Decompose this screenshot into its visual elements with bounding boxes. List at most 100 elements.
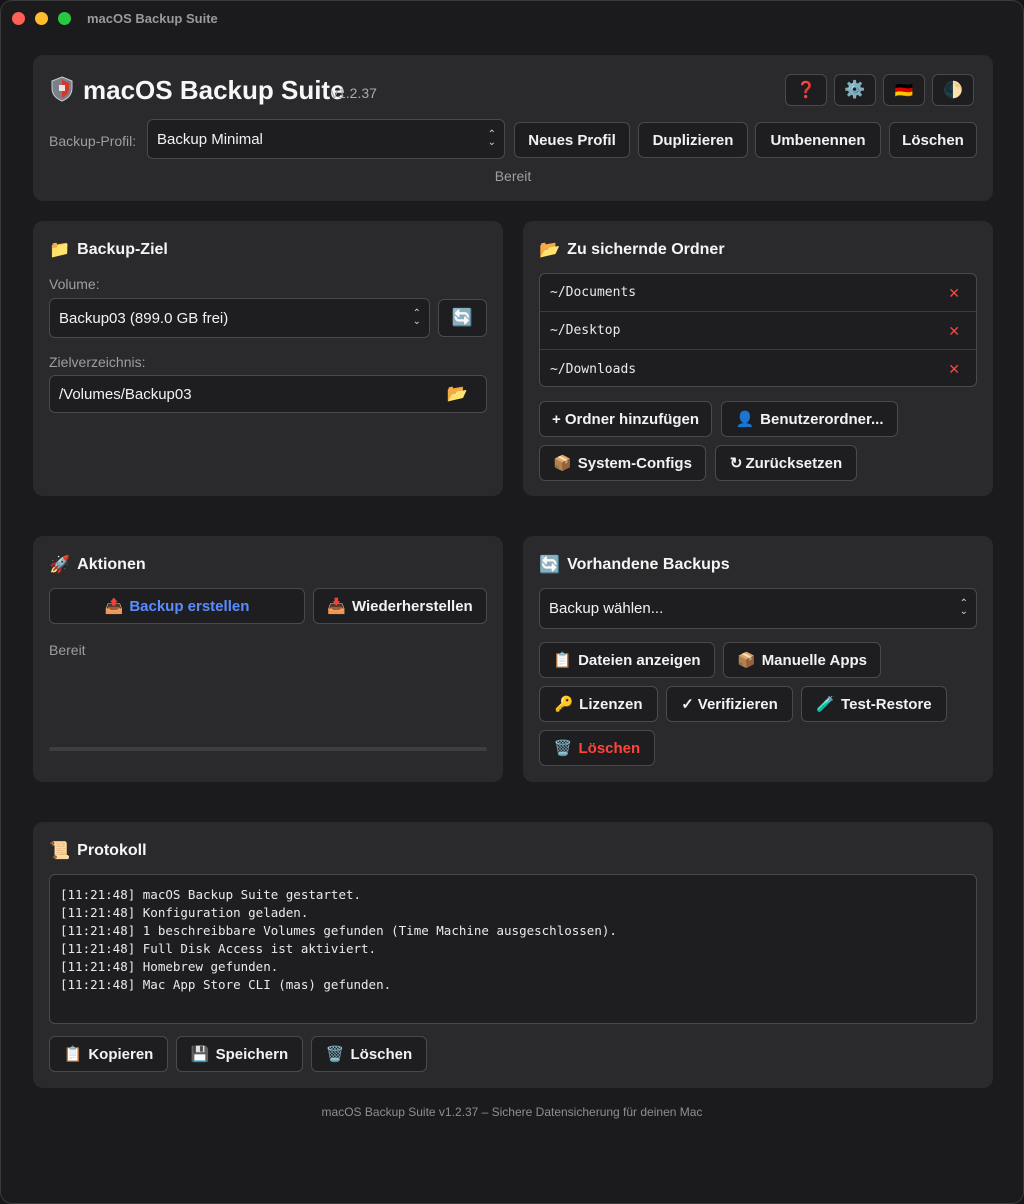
test-restore-button[interactable]: 🧪 Test-Restore	[801, 686, 947, 722]
clipboard-icon: 📋	[553, 652, 573, 669]
header-panel: macOS Backup Suite v1.2.37 ❓ ⚙️ 🇩🇪 🌓 Bac…	[33, 55, 993, 201]
rename-profile-button[interactable]: Umbenennen	[755, 122, 881, 158]
delete-backup-button[interactable]: 🗑️ Löschen	[539, 730, 655, 766]
add-folder-button[interactable]: + Ordner hinzufügen	[539, 401, 712, 437]
create-backup-button[interactable]: 📤 Backup erstellen	[49, 588, 305, 624]
trash-icon: 🗑️	[325, 1046, 345, 1063]
clear-log-button[interactable]: 🗑️ Löschen	[311, 1036, 427, 1072]
system-configs-button[interactable]: 📦 System-Configs	[539, 445, 706, 481]
log-line: [11:21:48] macOS Backup Suite gestartet.	[60, 887, 362, 902]
rocket-icon: 🚀	[49, 555, 71, 574]
folders-title: 📂 Zu sichernde Ordner	[539, 240, 725, 259]
help-button[interactable]: ❓	[785, 74, 827, 106]
browse-folder-icon[interactable]: 📂	[447, 384, 468, 404]
select-chevron-icon: ⌃ ⌄	[412, 308, 421, 327]
key-icon: 🔑	[554, 696, 574, 713]
open-folder-icon: 📂	[539, 240, 561, 259]
settings-button[interactable]: ⚙️	[834, 74, 876, 106]
checkmark-icon: ✓	[681, 696, 694, 713]
volume-select[interactable]: Backup03 (899.0 GB frei) ⌃ ⌄	[49, 298, 430, 338]
app-window: macOS Backup Suite macOS Backup Suite v1…	[0, 0, 1024, 1204]
target-dir-input[interactable]: /Volumes/Backup03 📂	[49, 375, 487, 413]
zoom-window-button[interactable]	[58, 12, 71, 25]
gear-icon: ⚙️	[844, 80, 866, 99]
language-button[interactable]: 🇩🇪	[883, 74, 925, 106]
delete-profile-button[interactable]: Löschen	[889, 122, 977, 158]
theme-button[interactable]: 🌓	[932, 74, 974, 106]
remove-icon[interactable]: ✕	[948, 361, 960, 378]
folder-path: ~/Desktop	[550, 323, 621, 338]
package-icon: 📦	[553, 455, 572, 472]
log-line: [11:21:48] Mac App Store CLI (mas) gefun…	[60, 977, 392, 992]
list-item: ~/Desktop ✕	[540, 312, 976, 350]
outbox-icon: 📤	[104, 598, 124, 615]
log-line: [11:21:48] 1 beschreibbare Volumes gefun…	[60, 923, 617, 938]
log-panel: 📜 Protokoll [11:21:48] macOS Backup Suit…	[33, 822, 993, 1088]
refresh-volumes-button[interactable]: 🔄	[438, 299, 487, 337]
package-icon: 📦	[737, 652, 756, 669]
clipboard-icon: 📋	[63, 1046, 83, 1063]
select-chevron-icon: ⌃ ⌄	[959, 598, 968, 617]
trash-icon: 🗑️	[553, 740, 573, 757]
save-log-button[interactable]: 💾 Speichern	[176, 1036, 303, 1072]
scroll-icon: 📜	[49, 841, 71, 860]
copy-log-button[interactable]: 📋 Kopieren	[49, 1036, 168, 1072]
minimize-window-button[interactable]	[35, 12, 48, 25]
app-name: macOS Backup Suite	[83, 75, 345, 105]
header-status: Bereit	[494, 168, 532, 184]
remove-icon[interactable]: ✕	[948, 285, 960, 302]
actions-title: 🚀 Aktionen	[49, 555, 146, 574]
licenses-button[interactable]: 🔑 Lizenzen	[539, 686, 658, 722]
refresh-icon: 🔄	[539, 555, 561, 574]
reset-folders-button[interactable]: ↻ Zurücksetzen	[715, 445, 857, 481]
progress-bar	[49, 747, 487, 751]
backup-select[interactable]: Backup wählen... ⌃ ⌄	[539, 588, 977, 629]
target-dir-value: /Volumes/Backup03	[59, 385, 192, 403]
select-chevron-icon: ⌃ ⌄	[487, 129, 496, 148]
log-output[interactable]: [11:21:48] macOS Backup Suite gestartet.…	[49, 874, 977, 1024]
title-bar: macOS Backup Suite	[1, 1, 1023, 37]
target-dir-label: Zielverzeichnis:	[49, 354, 146, 370]
floppy-disk-icon: 💾	[190, 1046, 210, 1063]
inbox-icon: 📥	[327, 598, 346, 615]
verify-button[interactable]: ✓ Verifizieren	[666, 686, 793, 722]
show-files-button[interactable]: 📋 Dateien anzeigen	[539, 642, 715, 678]
new-profile-button[interactable]: Neues Profil	[514, 122, 630, 158]
half-moon-icon: 🌓	[943, 82, 963, 99]
list-item: ~/Downloads ✕	[540, 350, 976, 388]
backup-target-title: 📁 Backup-Ziel	[49, 240, 168, 259]
restore-button[interactable]: 📥 Wiederherstellen	[313, 588, 487, 624]
manual-apps-button[interactable]: 📦 Manuelle Apps	[723, 642, 881, 678]
remove-icon[interactable]: ✕	[948, 323, 960, 340]
log-line: [11:21:48] Homebrew gefunden.	[60, 959, 279, 974]
german-flag-icon: 🇩🇪	[894, 82, 914, 99]
log-line: [11:21:48] Full Disk Access ist aktivier…	[60, 941, 377, 956]
app-version: v1.2.37	[331, 85, 377, 101]
profile-select[interactable]: Backup Minimal ⌃ ⌄	[147, 119, 505, 159]
footer-text: macOS Backup Suite v1.2.37 – Sichere Dat…	[321, 1105, 703, 1119]
folders-panel: 📂 Zu sichernde Ordner ~/Documents ✕ ~/De…	[523, 221, 993, 496]
window-title: macOS Backup Suite	[87, 11, 218, 26]
log-title: 📜 Protokoll	[49, 841, 147, 860]
actions-panel: 🚀 Aktionen 📤 Backup erstellen 📥 Wiederhe…	[33, 536, 503, 782]
folder-list: ~/Documents ✕ ~/Desktop ✕ ~/Downloads ✕	[539, 273, 977, 387]
test-tube-icon: 🧪	[816, 696, 836, 713]
profile-select-value: Backup Minimal	[157, 130, 263, 148]
close-window-button[interactable]	[12, 12, 25, 25]
actions-status: Bereit	[49, 642, 86, 658]
duplicate-profile-button[interactable]: Duplizieren	[638, 122, 748, 158]
profile-label: Backup-Profil:	[49, 133, 137, 149]
folder-path: ~/Documents	[550, 285, 637, 300]
reset-icon: ↻	[729, 455, 743, 472]
user-folders-button[interactable]: 👤 Benutzerordner...	[721, 401, 898, 437]
existing-backups-title: 🔄 Vorhandene Backups	[539, 555, 730, 574]
refresh-icon: 🔄	[451, 308, 474, 327]
log-line: [11:21:48] Konfiguration geladen.	[60, 905, 309, 920]
question-icon: ❓	[796, 82, 816, 99]
list-item: ~/Documents ✕	[540, 274, 976, 312]
volume-label: Volume:	[49, 276, 100, 292]
user-icon: 👤	[735, 411, 755, 428]
folder-icon: 📁	[49, 240, 71, 259]
folder-path: ~/Downloads	[550, 361, 637, 377]
volume-select-value: Backup03 (899.0 GB frei)	[59, 309, 229, 327]
